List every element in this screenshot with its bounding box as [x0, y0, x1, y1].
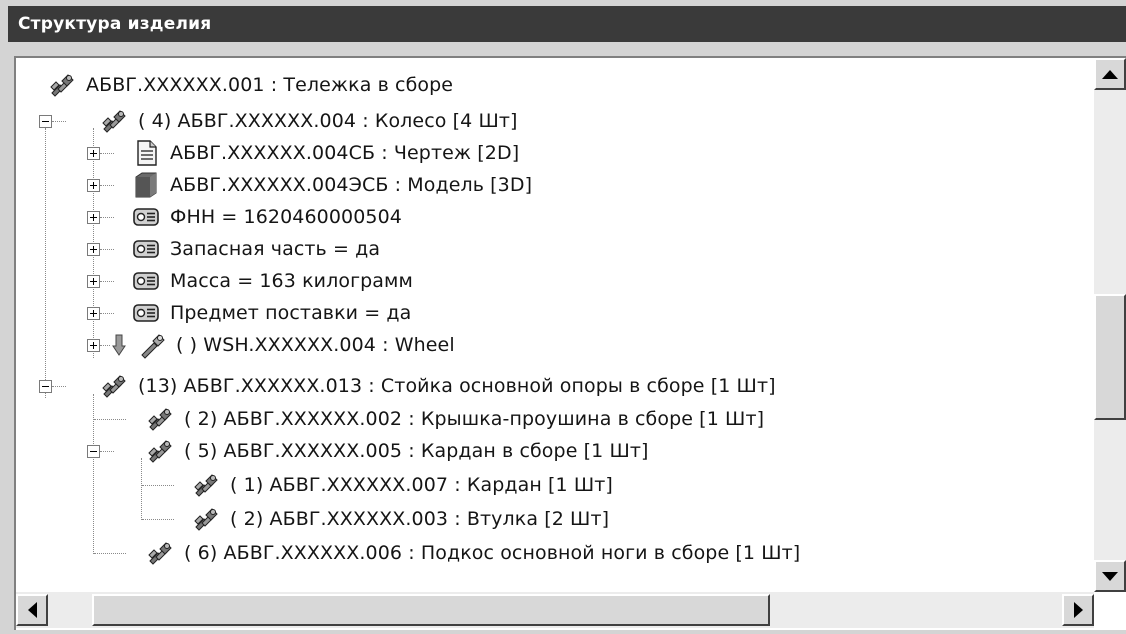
assembly-icon [192, 505, 220, 533]
node-label: ( 1) АБВГ.XXXXXX.007 : Кардан [1 Шт] [230, 474, 613, 496]
node-label: ( ) WSH.XXXXXX.004 : Wheel [176, 334, 455, 356]
horizontal-scrollbar[interactable] [16, 592, 1094, 628]
tree-connector [100, 281, 114, 282]
node-label: АБВГ.XXXXXX.004СБ : Чертеж [2D] [170, 142, 520, 164]
tree-node-root[interactable]: АБВГ.XXXXXX.001 : Тележка в сборе [48, 70, 453, 100]
attribute-icon [132, 235, 160, 263]
node-label: ( 2) АБВГ.XXXXXX.002 : Крышка-проушина в… [184, 408, 765, 430]
tree-node-delivery[interactable]: Предмет поставки = да [132, 298, 411, 328]
tree-node-model[interactable]: АБВГ.XXXXXX.004ЭСБ : Модель [3D] [132, 170, 532, 200]
tree-node-strut[interactable]: (13) АБВГ.XXXXXX.013 : Стойка основной о… [100, 371, 776, 401]
scroll-down-button[interactable] [1094, 560, 1126, 592]
node-label: Запасная часть = да [170, 238, 381, 260]
expand-toggle[interactable] [87, 243, 100, 256]
node-label: ( 4) АБВГ.XXXXXX.004 : Колесо [4 Шт] [138, 110, 518, 132]
tree-node-fnn[interactable]: ФНН = 1620460000504 [132, 202, 402, 232]
arrow-right-icon [1073, 602, 1083, 618]
tree-node-cardan[interactable]: ( 1) АБВГ.XXXXXX.007 : Кардан [1 Шт] [192, 470, 613, 500]
tree-connector [100, 217, 114, 218]
expand-toggle[interactable] [87, 339, 100, 352]
collapse-toggle[interactable] [87, 445, 100, 458]
scroll-right-button[interactable] [1062, 594, 1094, 626]
tree-connector [45, 128, 46, 398]
node-label: ( 6) АБВГ.XXXXXX.006 : Подкос основной н… [184, 542, 801, 564]
tree-connector [100, 313, 114, 314]
attribute-icon [132, 299, 160, 327]
horizontal-scroll-thumb[interactable] [92, 594, 770, 626]
tree-node-brace[interactable]: ( 6) АБВГ.XXXXXX.006 : Подкос основной н… [146, 538, 800, 568]
collapse-toggle[interactable] [39, 115, 52, 128]
expand-toggle[interactable] [87, 179, 100, 192]
tree-node-wheel-assembly[interactable]: ( 4) АБВГ.XXXXXX.004 : Колесо [4 Шт] [100, 106, 518, 136]
collapse-toggle[interactable] [39, 380, 52, 393]
node-label: ( 5) АБВГ.XXXXXX.005 : Кардан в сборе [1… [184, 440, 649, 462]
node-label: Масса = 163 килограмм [170, 270, 413, 292]
arrow-down-icon [1102, 571, 1118, 581]
assembly-icon [48, 71, 76, 99]
scroll-up-button[interactable] [1094, 58, 1126, 90]
assembly-icon [146, 405, 174, 433]
expand-toggle[interactable] [87, 147, 100, 160]
node-label: (13) АБВГ.XXXXXX.013 : Стойка основной о… [138, 375, 776, 397]
expand-toggle[interactable] [87, 307, 100, 320]
node-label: ( 2) АБВГ.XXXXXX.003 : Втулка [2 Шт] [230, 508, 610, 530]
link-arrow-icon [112, 334, 126, 356]
node-label: ФНН = 1620460000504 [170, 206, 402, 228]
tree-connector [94, 553, 126, 554]
attribute-icon [132, 267, 160, 295]
assembly-icon [146, 539, 174, 567]
arrow-left-icon [27, 602, 37, 618]
vertical-scroll-thumb[interactable] [1094, 294, 1126, 420]
scrollbar-corner [1094, 592, 1126, 628]
product-structure-window: Структура изделия АБВГ.XXXXXX.001: Теле… [0, 0, 1126, 634]
tree-connector [94, 419, 126, 420]
tree-connector [100, 153, 114, 154]
assembly-icon [192, 471, 220, 499]
window-titlebar: Структура изделия [8, 6, 1126, 42]
tree-connector [100, 451, 114, 452]
assembly-icon [100, 372, 128, 400]
tree-connector [100, 345, 110, 346]
assembly-icon [100, 107, 128, 135]
tree-connector [142, 519, 174, 520]
tree-node-wheel-link[interactable]: ( ) WSH.XXXXXX.004 : Wheel [112, 330, 455, 360]
tree-connector [100, 249, 114, 250]
tree-connector [52, 121, 66, 122]
tree-node-mass[interactable]: Масса = 163 килограмм [132, 266, 413, 296]
tree-panel: АБВГ.XXXXXX.001 : Тележка в сборе ( 4) А… [14, 56, 1126, 630]
tree-connector [93, 394, 94, 554]
document-icon [132, 139, 160, 167]
node-label: АБВГ.XXXXXX.001 : Тележка в сборе [86, 74, 454, 96]
arrow-up-icon [1102, 69, 1118, 79]
tree-node-cardan-assembly[interactable]: ( 5) АБВГ.XXXXXX.005 : Кардан в сборе [1… [146, 436, 649, 466]
cube-icon [132, 171, 160, 199]
tree-node-drawing[interactable]: АБВГ.XXXXXX.004СБ : Чертеж [2D] [132, 138, 519, 168]
part-icon [138, 331, 166, 359]
tree-connector [52, 386, 66, 387]
tree-connector [141, 458, 142, 520]
tree-connector [142, 485, 174, 486]
expand-toggle[interactable] [87, 275, 100, 288]
tree-connector [100, 185, 114, 186]
expand-toggle[interactable] [87, 211, 100, 224]
tree-node-spare[interactable]: Запасная часть = да [132, 234, 380, 264]
vertical-scrollbar[interactable] [1094, 58, 1126, 592]
tree-node-bushing[interactable]: ( 2) АБВГ.XXXXXX.003 : Втулка [2 Шт] [192, 504, 609, 534]
node-label: Предмет поставки = да [170, 302, 412, 324]
assembly-icon [146, 437, 174, 465]
attribute-icon [132, 203, 160, 231]
tree-node-cover[interactable]: ( 2) АБВГ.XXXXXX.002 : Крышка-проушина в… [146, 404, 764, 434]
node-label: АБВГ.XXXXXX.004ЭСБ : Модель [3D] [170, 174, 533, 196]
window-title: Структура изделия [18, 14, 212, 34]
scroll-left-button[interactable] [16, 594, 48, 626]
product-tree[interactable]: АБВГ.XXXXXX.001 : Тележка в сборе ( 4) А… [16, 58, 1094, 592]
